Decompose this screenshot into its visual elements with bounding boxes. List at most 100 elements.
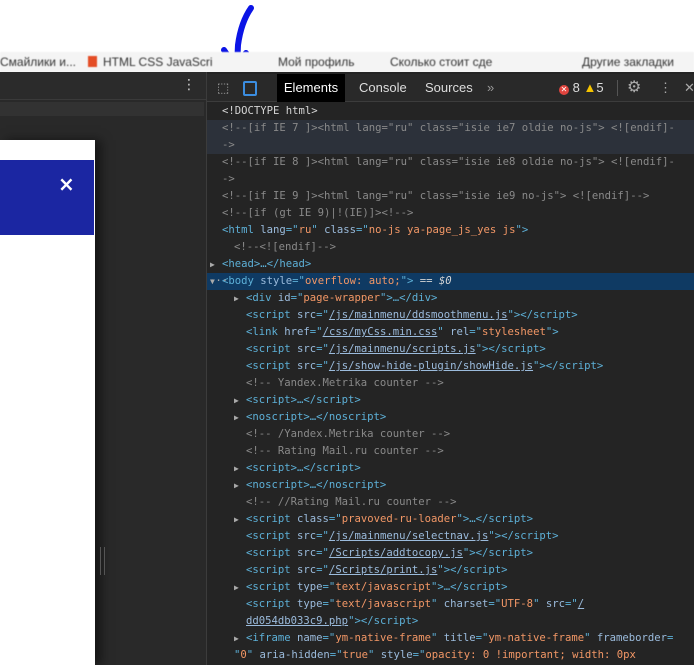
expand-triangle-icon[interactable]: ▶ (234, 579, 239, 596)
close-icon[interactable]: ✕ (684, 74, 694, 102)
code-token: "> (400, 275, 414, 287)
bookmarks-bar: Смайлики и... HTML CSS JavaScri Мой проф… (0, 52, 694, 72)
code-token: <script (246, 581, 298, 593)
code-token: title (443, 632, 476, 644)
dom-tree: <!DOCTYPE html> <!--[if IE 7 ]><html lang… (207, 103, 694, 664)
code-token: ">…</script> (456, 513, 534, 525)
dom-node-line[interactable]: dd054db033c9.php"></script> (207, 613, 694, 630)
dom-node-line[interactable]: ▶ <script class="pravoved-ru-loader">…</s… (207, 511, 694, 528)
code-token[interactable]: dd054db033c9.php (246, 615, 348, 627)
code-token[interactable]: /js/show-hide-plugin/showHide.js (329, 360, 533, 372)
expand-triangle-icon[interactable]: ▶ (234, 630, 239, 647)
bookmark-item[interactable]: Сколько стоит сде (368, 55, 492, 69)
code-token: ym-native-frame (335, 632, 431, 644)
code-token: <!--[if IE 9 ]><html lang="ru" class="is… (222, 190, 650, 202)
code-token: aria-hidden (259, 649, 330, 661)
dom-node-line[interactable]: ··· ▼ <body style="overflow: auto;"> == $0 (207, 273, 694, 290)
dom-node-line[interactable]: <script src="/Scripts/addtocopy.js"></sc… (207, 545, 694, 562)
code-token: ">…</div> (379, 292, 438, 304)
blue-banner: × (0, 160, 94, 235)
dom-node-line[interactable]: ▶ <noscript>…</noscript> (207, 409, 694, 426)
bookmark-item[interactable]: Мой профиль (278, 55, 355, 69)
dom-node-line[interactable]: <script src="/js/mainmenu/scripts.js"></… (207, 341, 694, 358)
dom-node-line[interactable]: <!-- /Yandex.Metrika counter --> (207, 426, 694, 443)
dom-node-line[interactable]: <script src="/js/mainmenu/ddsmoothmenu.j… (207, 307, 694, 324)
code-token: " (584, 632, 597, 644)
code-token[interactable]: /Scripts/addtocopy.js (329, 547, 463, 559)
dom-node-line[interactable]: <html lang="ru" class="no-js ya-page_js_… (207, 222, 694, 239)
code-token[interactable]: /js/mainmenu/ddsmoothmenu.js (329, 309, 508, 321)
code-token: <script (246, 309, 298, 321)
page-viewport: ⋮ × (0, 72, 206, 665)
dom-node-line[interactable]: <script src="/Scripts/print.js"></script… (207, 562, 694, 579)
dom-node-line[interactable]: -> (207, 171, 694, 188)
dom-node-line[interactable]: <!--[if IE 7 ]><html lang="ru" class="is… (207, 120, 694, 137)
dom-node-line[interactable]: <link href="/css/myCss.min.css" rel="sty… (207, 324, 694, 341)
dom-node-line[interactable]: <!--[if (gt IE 9)|!(IE)]><!--> (207, 205, 694, 222)
devtools-panel: ⬚ Elements Console Sources » ✕ 8 ▲5 ⚙ ⋮ … (206, 72, 694, 665)
dom-node-line[interactable]: <script src="/js/mainmenu/selectnav.js">… (207, 528, 694, 545)
code-token: rel (450, 326, 470, 338)
tab-sources[interactable]: Sources (425, 74, 473, 102)
code-token: ru (298, 224, 312, 236)
resize-handle[interactable] (100, 547, 105, 575)
dom-node-line[interactable]: <!DOCTYPE html> (207, 103, 694, 120)
dom-node-line[interactable]: <script src="/js/show-hide-plugin/showHi… (207, 358, 694, 375)
more-menu-icon[interactable]: ⋮ (182, 77, 196, 93)
dom-node-line[interactable]: ▶ <noscript>…</noscript> (207, 477, 694, 494)
inspect-element-icon[interactable]: ⬚ (217, 74, 233, 102)
code-token: <!--[if IE 8 ]><html lang="ru" class="is… (222, 156, 675, 168)
dom-node-line[interactable]: ▶ <head>…</head> (207, 256, 694, 273)
close-icon[interactable]: × (58, 172, 75, 196)
code-token: =" (316, 343, 329, 355)
tab-elements[interactable]: Elements (277, 74, 345, 102)
expand-triangle-icon[interactable]: ▶ (234, 409, 239, 426)
code-token: "></script> (533, 360, 604, 372)
code-token[interactable]: /js/mainmenu/selectnav.js (329, 530, 488, 542)
code-token: = (667, 632, 674, 644)
device-toggle-icon[interactable] (243, 81, 257, 96)
expand-triangle-icon[interactable]: ▶ (234, 290, 239, 307)
code-token: id (277, 292, 291, 304)
dom-node-line[interactable]: <!--<![endif]--> (207, 239, 694, 256)
dom-node-line[interactable]: <script type="text/javascript" charset="… (207, 596, 694, 613)
dom-node-line[interactable]: <!-- //Rating Mail.ru counter --> (207, 494, 694, 511)
dom-node-line[interactable]: <!--[if IE 8 ]><html lang="ru" class="is… (207, 154, 694, 171)
code-token[interactable]: /js/mainmenu/scripts.js (329, 343, 476, 355)
dom-node-line[interactable]: <!-- Rating Mail.ru counter --> (207, 443, 694, 460)
expand-triangle-icon[interactable]: ▶ (234, 477, 239, 494)
dom-node-line[interactable]: ▶ <div id="page-wrapper">…</div> (207, 290, 694, 307)
dom-node-line[interactable]: <!--[if IE 9 ]><html lang="ru" class="is… (207, 188, 694, 205)
dom-node-line[interactable]: ▶ <script>…</script> (207, 460, 694, 477)
code-token[interactable]: / (578, 598, 584, 610)
code-token: "> (545, 326, 559, 338)
code-token: src (297, 564, 317, 576)
dom-node-line[interactable]: ▶ <iframe name="ym-native-frame" title="y… (207, 630, 694, 647)
expand-triangle-icon[interactable]: ▶ (234, 392, 239, 409)
gear-icon[interactable]: ⚙ (627, 74, 641, 102)
expand-triangle-icon[interactable]: ▶ (234, 511, 239, 528)
code-token: pravoved-ru-loader (341, 513, 457, 525)
tab-console[interactable]: Console (359, 74, 407, 102)
issues-counter[interactable]: ✕ 8 ▲5 (559, 74, 604, 102)
dom-node-line[interactable]: <!-- Yandex.Metrika counter --> (207, 375, 694, 392)
dom-node-line[interactable]: "0" aria-hidden="true" style="opacity: 0… (207, 647, 694, 664)
dom-node-line[interactable]: ▶ <script type="text/javascript">…</scrip… (207, 579, 694, 596)
code-token[interactable]: /css/myCss.min.css (323, 326, 438, 338)
collapse-triangle-icon[interactable]: ▼ (210, 273, 215, 290)
other-bookmarks[interactable]: Другие закладки (582, 55, 674, 69)
more-options-icon[interactable]: ⋮ (659, 74, 672, 102)
expand-triangle-icon[interactable]: ▶ (234, 460, 239, 477)
expand-triangle-icon[interactable]: ▶ (210, 256, 215, 273)
bookmark-item[interactable]: HTML CSS JavaScri (88, 55, 213, 69)
bookmark-item[interactable]: Смайлики и... (0, 55, 76, 69)
dom-node-line[interactable]: ▶ <script>…</script> (207, 392, 694, 409)
code-token: type (297, 581, 323, 593)
code-token: " (246, 649, 260, 661)
code-token: " (430, 632, 444, 644)
code-token: opacity: 0 !important; width: 0px (425, 649, 636, 661)
dom-node-line[interactable]: -> (207, 137, 694, 154)
page-preview: × (0, 140, 95, 665)
more-tabs-button[interactable]: » (487, 74, 494, 102)
code-token[interactable]: /Scripts/print.js (329, 564, 437, 576)
